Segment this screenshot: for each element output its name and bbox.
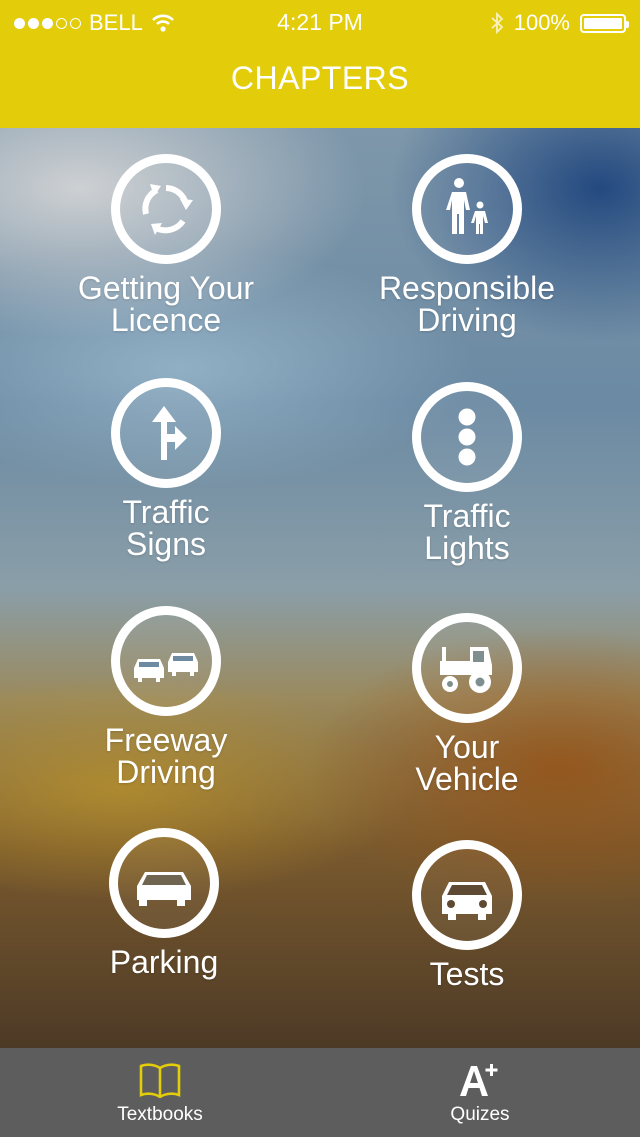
chapter-label: Responsible Driving: [378, 270, 556, 338]
tab-label: Textbooks: [117, 1104, 203, 1125]
chapter-label: Traffic Signs: [122, 494, 210, 562]
tractor-icon: [412, 613, 522, 723]
chapter-freeway-driving[interactable]: Freeway Driving: [6, 606, 326, 788]
chapter-label: Freeway Driving: [104, 722, 228, 790]
a-plus-icon: [320, 1048, 640, 1098]
direction-arrow-icon: [111, 378, 221, 488]
chapter-label: Getting Your Licence: [77, 270, 255, 338]
car-icon: [109, 828, 219, 938]
chapters-background: Getting Your Licence Responsible Driving…: [0, 128, 640, 1048]
battery-percent: 100%: [513, 10, 570, 35]
car-front-icon: [412, 840, 522, 950]
page-title: CHAPTERS: [230, 60, 410, 96]
status-bar: BELL 4:21 PM 100%: [0, 0, 640, 42]
chapter-traffic-lights[interactable]: Traffic Lights: [307, 382, 627, 564]
chapter-traffic-signs[interactable]: Traffic Signs: [6, 378, 326, 560]
status-right: 100%: [490, 10, 629, 36]
chapter-parking[interactable]: Parking: [4, 828, 324, 978]
chapters-grid: Getting Your Licence Responsible Driving…: [0, 128, 640, 1048]
pedestrian-icon: [412, 154, 522, 264]
tab-quizes[interactable]: Quizes: [320, 1048, 640, 1137]
chapter-tests[interactable]: Tests: [307, 840, 627, 990]
tab-bar: Textbooks Quizes: [0, 1048, 640, 1137]
chapter-label: Parking: [109, 944, 219, 980]
chapter-your-vehicle[interactable]: Your Vehicle: [307, 613, 627, 795]
tab-label: Quizes: [450, 1104, 510, 1125]
chapter-responsible-driving[interactable]: Responsible Driving: [307, 154, 627, 336]
tab-textbooks[interactable]: Textbooks: [0, 1048, 320, 1137]
header-bar: BELL 4:21 PM 100% CHAPTERS: [0, 0, 640, 128]
two-cars-icon: [111, 606, 221, 716]
traffic-light-icon: [412, 382, 522, 492]
roundabout-icon: [111, 154, 221, 264]
book-icon: [0, 1048, 320, 1098]
bluetooth-icon: [491, 12, 504, 34]
chapter-label: Traffic Lights: [423, 498, 511, 566]
chapter-label: Your Vehicle: [415, 729, 519, 797]
battery-icon: [580, 13, 629, 33]
chapter-getting-your-licence[interactable]: Getting Your Licence: [6, 154, 326, 336]
chapter-label: Tests: [429, 956, 505, 992]
